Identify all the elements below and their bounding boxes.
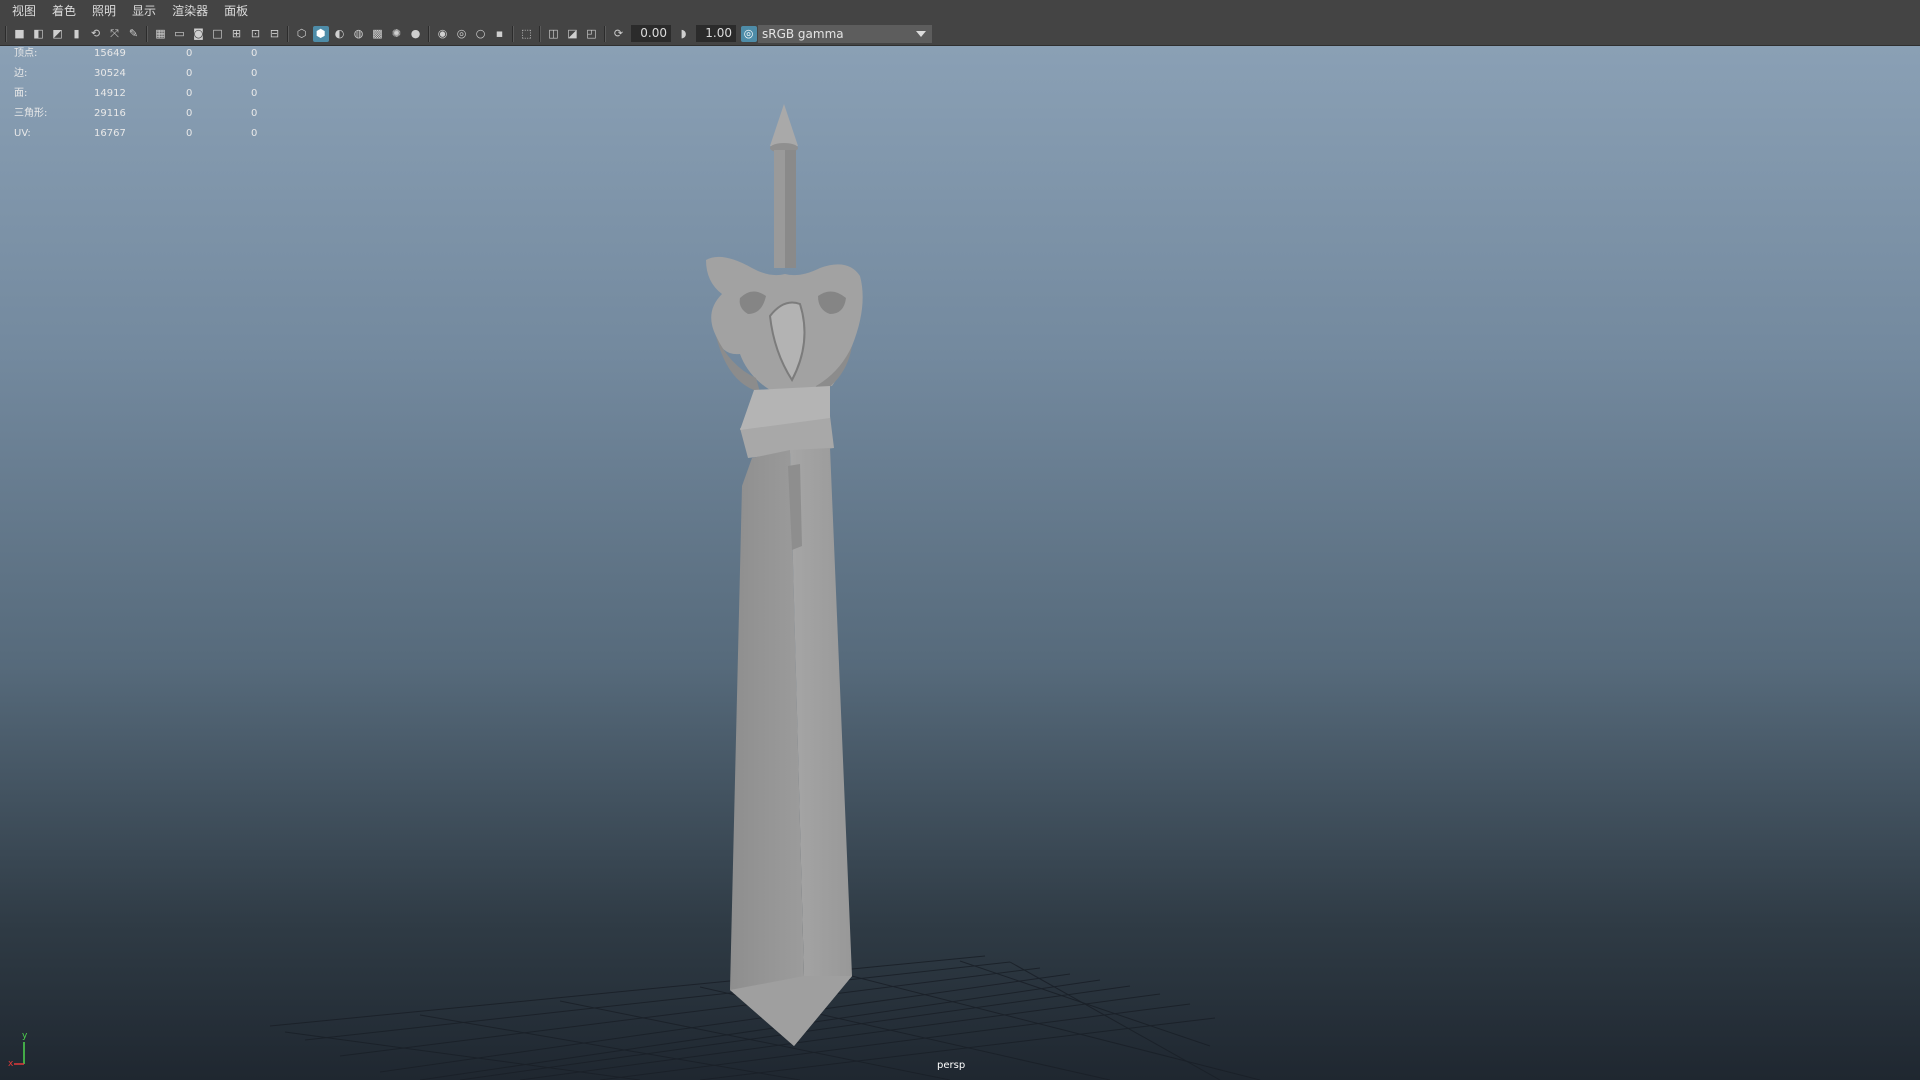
camera-icon[interactable]: ■: [12, 26, 28, 42]
two-d-pan-icon[interactable]: ⤧: [107, 26, 123, 42]
toolbar-separator: [539, 25, 541, 42]
axis-x-label: x: [8, 1059, 14, 1068]
exposure-icon[interactable]: ⟳: [611, 26, 627, 42]
hud-value: 0: [251, 68, 258, 79]
shadows-icon[interactable]: ●: [408, 26, 424, 42]
hud-label: 面:: [14, 88, 28, 99]
toolbar-separator: [146, 25, 148, 42]
gamma-icon[interactable]: ◗: [676, 26, 692, 42]
panel-menu-bar: 视图 着色 照明 显示 渲染器 面板: [0, 0, 1920, 22]
hud-value: 0: [251, 88, 258, 99]
toolbar-separator: [512, 25, 514, 42]
bookmark-icon[interactable]: ▮: [69, 26, 85, 42]
gate-mask-icon[interactable]: □: [210, 26, 226, 42]
hud-value: 0: [186, 88, 193, 99]
wireframe-on-shaded-icon[interactable]: ◐: [332, 26, 348, 42]
image-plane-icon[interactable]: ⟲: [88, 26, 104, 42]
xray-icon[interactable]: ◍: [351, 26, 367, 42]
toolbar-separator: [287, 25, 289, 42]
field-chart-icon[interactable]: ⊞: [229, 26, 245, 42]
hud-value: 15649: [94, 48, 126, 59]
hud-label: UV:: [14, 128, 31, 139]
hud-value: 0: [186, 128, 193, 139]
hud-label: 边:: [14, 68, 28, 79]
textured-icon[interactable]: ▩: [370, 26, 386, 42]
toolbar-separator: [428, 25, 430, 42]
hud-value: 16767: [94, 128, 126, 139]
hud-label: 三角形:: [14, 108, 48, 119]
view-transform-value: sRGB gamma: [762, 26, 844, 41]
maya-viewport-window: 视图 着色 照明 显示 渲染器 面板 ■ ◧ ◩ ▮ ⟲ ⤧ ✎ ▦ ▭ ◙ □…: [0, 0, 1920, 1080]
toolbar-separator: [5, 25, 7, 42]
axis-y-label: y: [22, 1031, 28, 1041]
motion-blur-icon[interactable]: ◎: [454, 26, 470, 42]
hud-value: 0: [186, 68, 193, 79]
hud-value: 14912: [94, 88, 126, 99]
xray-active-icon[interactable]: ◪: [565, 26, 581, 42]
backface-culling-icon[interactable]: ◰: [584, 26, 600, 42]
sword-model[interactable]: [0, 46, 1920, 1080]
panel-toolbar: ■ ◧ ◩ ▮ ⟲ ⤧ ✎ ▦ ▭ ◙ □ ⊞ ⊡ ⊟ ⬡ ⬢ ◐ ◍ ▩ ✺ …: [0, 22, 1920, 46]
smooth-shade-icon[interactable]: ⬢: [312, 25, 329, 42]
hud-value: 29116: [94, 108, 126, 119]
menu-view[interactable]: 视图: [4, 0, 44, 22]
hud-value: 0: [251, 108, 258, 119]
hud-value: 0: [186, 48, 193, 59]
hud-label: 顶点:: [14, 48, 38, 59]
menu-show[interactable]: 显示: [124, 0, 164, 22]
camera-bookmark-icon[interactable]: ◩: [50, 26, 66, 42]
safe-action-icon[interactable]: ⊡: [248, 26, 264, 42]
perspective-viewport[interactable]: 顶点: 15649 0 0 边: 30524 0 0 面: 14912 0 0 …: [0, 46, 1920, 1080]
anti-aliasing-icon[interactable]: ○: [473, 26, 489, 42]
hud-value: 0: [186, 108, 193, 119]
grease-pencil-icon[interactable]: ✎: [126, 26, 142, 42]
film-gate-icon[interactable]: ▭: [172, 26, 188, 42]
camera-attributes-icon[interactable]: ◧: [31, 26, 47, 42]
exposure-field[interactable]: 0.00: [631, 25, 671, 42]
view-axis-icon: y x: [8, 1031, 28, 1068]
wireframe-icon[interactable]: ⬡: [294, 26, 310, 42]
toolbar-separator: [604, 25, 606, 42]
grid-icon[interactable]: ▦: [153, 26, 169, 42]
chevron-down-icon: [916, 30, 926, 37]
color-management-icon[interactable]: ◎: [740, 25, 757, 42]
menu-lighting[interactable]: 照明: [84, 0, 124, 22]
ambient-occlusion-icon[interactable]: ◉: [435, 26, 451, 42]
gamma-field[interactable]: 1.00: [696, 25, 736, 42]
hud-value: 30524: [94, 68, 126, 79]
view-transform-dropdown[interactable]: sRGB gamma: [758, 24, 932, 43]
menu-panels[interactable]: 面板: [216, 0, 256, 22]
depth-of-field-icon[interactable]: ▪: [492, 26, 508, 42]
menu-renderer[interactable]: 渲染器: [164, 0, 216, 22]
safe-title-icon[interactable]: ⊟: [267, 26, 283, 42]
hud-value: 0: [251, 48, 258, 59]
menu-shading[interactable]: 着色: [44, 0, 84, 22]
lighting-icon[interactable]: ✺: [389, 26, 405, 42]
hud-value: 0: [251, 128, 258, 139]
xray-joints-icon[interactable]: ◫: [546, 26, 562, 42]
resolution-gate-icon[interactable]: ◙: [191, 26, 207, 42]
camera-name-label: persp: [937, 1060, 966, 1071]
isolate-icon[interactable]: ⬚: [519, 26, 535, 42]
